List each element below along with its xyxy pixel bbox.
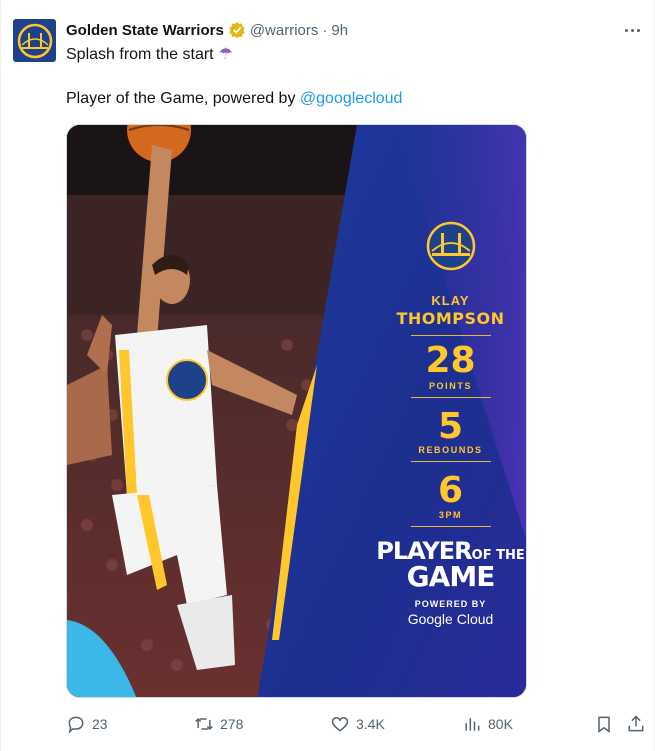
verified-badge-icon[interactable] — [228, 21, 246, 39]
author-handle[interactable]: @warriors — [250, 22, 319, 39]
share-button[interactable] — [626, 712, 652, 736]
title-game: GAME — [406, 560, 496, 593]
stat-value-3pm: 6 — [437, 470, 464, 511]
bookmark-icon — [598, 716, 610, 733]
like-button[interactable]: 3.4K — [330, 712, 385, 736]
stat-label-points: POINTS — [428, 381, 473, 391]
views-count: 80K — [488, 716, 513, 732]
views-button[interactable]: 80K — [462, 712, 513, 736]
reply-icon — [68, 716, 84, 734]
timestamp[interactable]: 9h — [331, 22, 348, 39]
tweet-text: Splash from the start ☂ Player of the Ga… — [66, 44, 641, 110]
repost-button[interactable]: 278 — [194, 712, 243, 736]
mention-link[interactable]: @googlecloud — [300, 90, 403, 107]
warriors-logo-icon — [17, 23, 52, 58]
umbrella-emoji-icon: ☂ — [218, 46, 233, 63]
player-last-name: THOMPSON — [396, 309, 505, 328]
share-icon — [628, 715, 644, 732]
warriors-bridge-icon — [426, 221, 475, 271]
more-options-button[interactable] — [622, 22, 642, 38]
separator-dot: · — [322, 21, 328, 39]
more-dot-icon — [624, 28, 628, 32]
powered-by-label: POWERED BY — [414, 599, 487, 609]
like-count: 3.4K — [356, 716, 385, 732]
views-chart-icon — [465, 718, 480, 731]
tweet-header: Golden State Warriors @warriors · 9h — [66, 20, 348, 40]
divider — [411, 461, 491, 462]
stat-value-rebounds: 5 — [437, 406, 464, 447]
divider — [411, 335, 491, 336]
player-first-name: KLAY — [431, 293, 470, 308]
sponsor-name: Google Cloud — [407, 611, 494, 627]
repost-icon — [195, 717, 213, 731]
stat-value-points: 28 — [425, 340, 476, 381]
bookmark-button[interactable] — [594, 712, 620, 736]
tweet-actions: 23 278 3.4K 80K — [66, 712, 646, 736]
tweet-line-2: Player of the Game, powered by — [66, 90, 300, 107]
avatar[interactable] — [13, 19, 56, 62]
divider — [411, 526, 491, 527]
stats-panel: KLAY THOMPSON 28 POINTS 5 REBOUNDS 6 3PM… — [373, 125, 526, 697]
heart-icon — [331, 716, 349, 732]
reply-button[interactable]: 23 — [66, 712, 108, 736]
more-dot-icon — [630, 28, 634, 32]
stat-label-3pm: 3PM — [438, 510, 463, 520]
repost-count: 278 — [220, 716, 244, 732]
media-image[interactable]: KLAY THOMPSON 28 POINTS 5 REBOUNDS 6 3PM… — [66, 124, 527, 698]
tweet-line-1: Splash from the start — [66, 46, 214, 63]
author-name[interactable]: Golden State Warriors — [66, 22, 224, 39]
divider — [411, 397, 491, 398]
reply-count: 23 — [92, 716, 108, 732]
more-dot-icon — [636, 28, 640, 32]
stat-label-rebounds: REBOUNDS — [418, 445, 483, 455]
tweet: Golden State Warriors @warriors · 9h Spl… — [0, 0, 655, 751]
